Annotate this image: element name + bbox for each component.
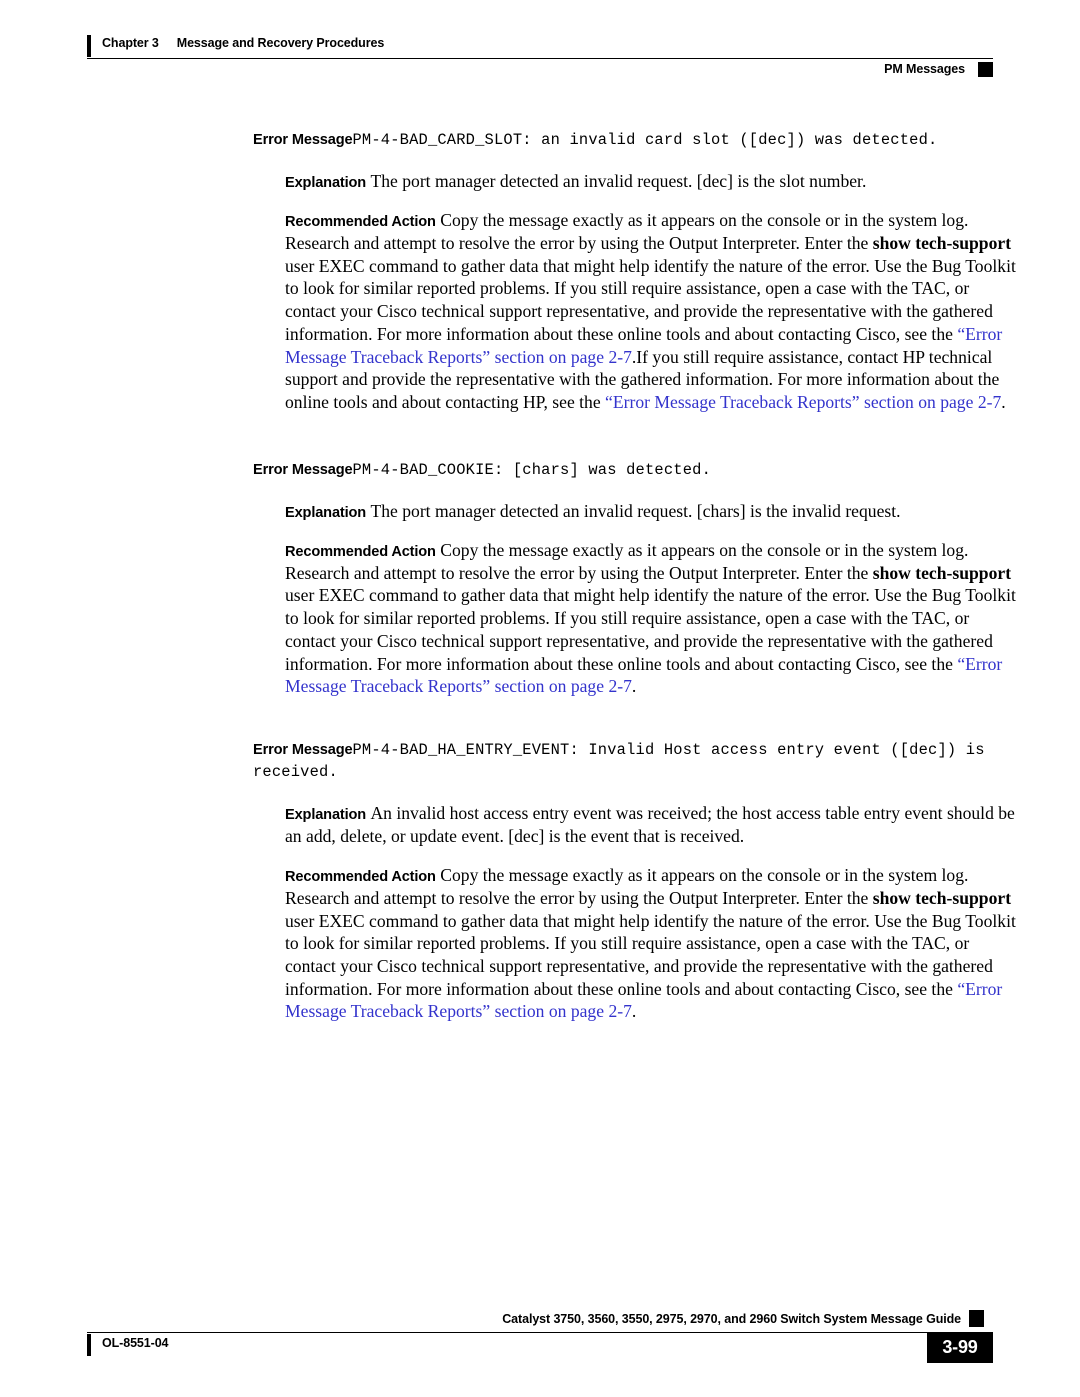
explanation-text: The port manager detected an invalid req…	[370, 500, 901, 521]
footer-tick-marker	[87, 1334, 91, 1356]
error-message-code: PM-4-BAD_CARD_SLOT: an invalid card slot…	[352, 131, 938, 149]
traceback-reports-link[interactable]: “Error Message Traceback Reports” sectio…	[605, 392, 1001, 412]
explanation-paragraph: Explanation The port manager detected an…	[253, 500, 1021, 523]
explanation-paragraph: Explanation An invalid host access entry…	[253, 802, 1021, 848]
error-message-code: PM-4-BAD_COOKIE: [chars] was detected.	[352, 460, 712, 479]
recommended-action-paragraph: Recommended Action Copy the message exac…	[253, 864, 1021, 1023]
header-chapter-line: Chapter 3 Message and Recovery Procedures	[102, 36, 384, 50]
recommended-action-paragraph: Recommended Action Copy the message exac…	[253, 539, 1021, 698]
page-header: Chapter 3 Message and Recovery Procedures…	[87, 33, 993, 83]
action-text-4: .	[1001, 391, 1006, 412]
header-tab-marker	[978, 62, 993, 77]
action-command-1: show tech-support	[872, 562, 1012, 583]
error-message-line: Error MessagePM-4-BAD_HA_ENTRY_EVENT: In…	[253, 738, 1021, 783]
header-rule	[87, 58, 993, 60]
footer-document-title: Catalyst 3750, 3560, 3550, 2975, 2970, a…	[502, 1312, 961, 1326]
recommended-action-label: Recommended Action	[285, 869, 436, 885]
action-text-2: user EXEC command to gather data that mi…	[285, 255, 1016, 344]
explanation-label: Explanation	[285, 175, 367, 192]
message-block: Error MessagePM-4-BAD_CARD_SLOT: an inva…	[253, 128, 1021, 414]
action-text-3: .	[631, 1001, 637, 1022]
page-content: Error MessagePM-4-BAD_CARD_SLOT: an inva…	[253, 128, 1021, 1023]
footer-document-id: OL-8551-04	[102, 1336, 169, 1350]
header-tick-marker	[87, 35, 91, 57]
header-chapter-number: Chapter 3	[102, 36, 159, 50]
action-command-1: show tech-support	[872, 887, 1012, 908]
recommended-action-label: Recommended Action	[285, 543, 436, 560]
error-message-line: Error MessagePM-4-BAD_CARD_SLOT: an inva…	[253, 128, 1021, 150]
recommended-action-paragraph: Recommended Action Copy the message exac…	[253, 209, 1021, 414]
explanation-text: The port manager detected an invalid req…	[370, 171, 867, 192]
document-page: Chapter 3 Message and Recovery Procedures…	[0, 0, 1080, 1397]
header-chapter-title: Message and Recovery Procedures	[176, 36, 385, 50]
page-number-badge: 3-99	[927, 1332, 993, 1363]
error-message-label: Error Message	[253, 741, 353, 758]
error-message-code: PM-4-BAD_HA_ENTRY_EVENT: Invalid Host ac…	[253, 740, 985, 782]
explanation-label: Explanation	[285, 807, 367, 824]
error-message-line: Error MessagePM-4-BAD_COOKIE: [chars] wa…	[253, 458, 1021, 480]
explanation-text: An invalid host access entry event was r…	[285, 803, 1015, 847]
action-text-3: .	[631, 676, 637, 697]
action-command-1: show tech-support	[872, 232, 1012, 253]
footer-rule	[87, 1332, 967, 1334]
recommended-action-label: Recommended Action	[285, 214, 436, 231]
footer-tab-marker	[969, 1310, 984, 1327]
action-text-2: user EXEC command to gather data that mi…	[285, 910, 1016, 999]
action-text-2: user EXEC command to gather data that mi…	[285, 585, 1016, 674]
header-section-title: PM Messages	[884, 62, 965, 76]
message-block: Error MessagePM-4-BAD_COOKIE: [chars] wa…	[253, 458, 1021, 698]
page-footer: Catalyst 3750, 3560, 3550, 2975, 2970, a…	[87, 1310, 993, 1372]
explanation-paragraph: Explanation The port manager detected an…	[253, 170, 1021, 193]
error-message-label: Error Message	[253, 132, 353, 148]
explanation-label: Explanation	[285, 504, 367, 521]
error-message-label: Error Message	[253, 461, 353, 478]
message-block: Error MessagePM-4-BAD_HA_ENTRY_EVENT: In…	[253, 738, 1021, 1023]
